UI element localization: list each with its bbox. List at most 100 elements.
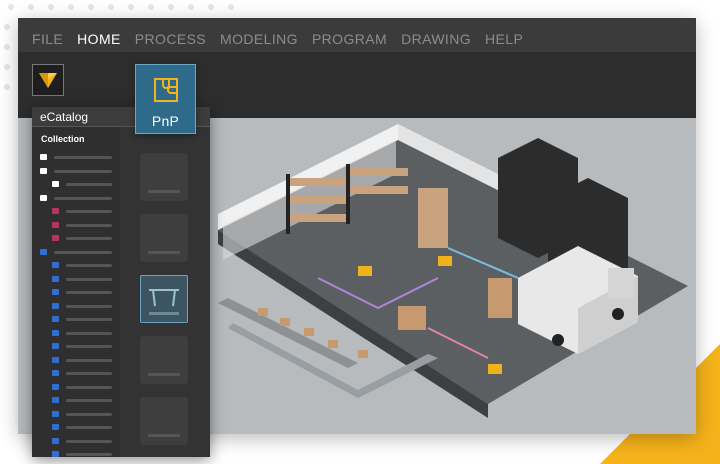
thumbnail-label [148,251,180,254]
decorative-dot [8,4,14,10]
decorative-dot [88,4,94,10]
folder-icon [40,194,47,201]
decorative-dot [128,4,134,10]
menu-process[interactable]: PROCESS [135,30,206,48]
tree-item[interactable] [40,167,112,176]
tree-item-label [66,210,112,213]
folder-icon [52,397,59,403]
tree-item[interactable] [52,383,112,392]
decorative-dot [108,4,114,10]
tree-item[interactable] [52,451,112,457]
folder-icon [52,208,59,214]
tree-item-label [66,439,112,443]
tree-item[interactable] [52,343,112,351]
folder-icon [52,235,59,241]
folder-icon [52,356,59,363]
logo-mark-icon [39,73,57,88]
tree-item[interactable] [52,424,112,432]
tree-item[interactable] [52,437,112,446]
pnp-label: PnP [151,113,180,129]
tree-item-label [54,250,112,254]
tree-item[interactable] [52,235,112,243]
folder-icon [52,370,59,376]
tree-item-label [66,331,112,335]
ecatalog-body: Collection [32,127,210,457]
component-thumbnail[interactable] [140,397,188,445]
tree-item-label [66,277,112,281]
collection-label: Collection [41,134,85,144]
tree-item[interactable] [52,329,112,338]
tree-item-label [54,196,112,200]
decorative-dot [4,84,10,90]
tree-item-label [66,453,112,456]
menu-bar: FILE HOME PROCESS MODELING PROGRAM DRAWING HEL… [18,18,696,52]
folder-icon [52,451,59,457]
tree-item-label [66,291,112,294]
menu-home[interactable]: HOME [77,30,121,48]
tree-item[interactable] [52,221,112,230]
tree-item[interactable] [40,154,112,162]
tree-item-label [66,372,112,375]
menu-modeling[interactable]: MODELING [220,30,298,48]
folder-icon [52,316,59,322]
tree-item-label [66,237,112,240]
tree-item[interactable] [40,248,112,257]
tree-item-label [54,169,112,173]
menu-help[interactable]: HELP [485,30,523,48]
tree-item[interactable] [52,262,112,270]
tree-item[interactable] [52,397,112,405]
decorative-dot [168,4,174,10]
tree-item[interactable] [52,289,112,297]
ecatalog-panel: eCatalog Collection [32,107,210,457]
decorative-dot [208,4,214,10]
thumbnail-label [148,434,180,437]
folder-icon [52,383,59,390]
tree-item[interactable] [52,275,112,284]
tree-item-label [66,264,112,267]
tree-item-label [66,345,112,348]
tree-item-label [66,223,112,227]
menu-file[interactable]: FILE [32,30,63,48]
decorative-dot [228,4,234,10]
component-thumbnail[interactable] [140,214,188,262]
decorative-dot [4,24,10,30]
menu-drawing[interactable]: DRAWING [401,30,471,48]
folder-icon [40,167,47,174]
tree-item[interactable] [52,208,112,216]
puzzle-piece-icon [153,78,178,102]
tree-item[interactable] [52,302,112,311]
tree-item[interactable] [52,370,112,378]
tree-item[interactable] [52,356,112,365]
folder-icon [52,275,59,282]
collection-tree: Collection [32,127,120,457]
thumbnail-label [148,190,180,193]
pnp-button[interactable]: PnP [135,64,196,134]
menu-program[interactable]: PROGRAM [312,30,387,48]
folder-icon [52,437,59,444]
folder-icon [52,181,59,187]
tree-item-label [66,358,112,362]
tree-item[interactable] [52,181,112,189]
tree-item-label [66,412,112,416]
tree-item-label [66,385,112,389]
tree-item-label [66,304,112,308]
component-thumbnail[interactable] [140,153,188,201]
component-thumbnail[interactable] [140,336,188,384]
tree-item-label [66,183,112,186]
tree-item-label [66,318,112,321]
decorative-dot [188,4,194,10]
component-thumbnail-selected[interactable] [140,275,188,323]
folder-icon [52,262,59,268]
folder-icon [52,410,59,417]
decorative-dot [4,64,10,70]
visual-components-logo-icon[interactable] [32,64,64,96]
folder-icon [52,424,59,430]
tree-item[interactable] [40,194,112,203]
folder-icon [52,289,59,295]
component-thumbnails [120,127,210,457]
tree-item[interactable] [52,316,112,324]
folder-icon [52,343,59,349]
tree-item[interactable] [52,410,112,419]
tree-item-label [66,399,112,402]
folder-icon [52,221,59,228]
